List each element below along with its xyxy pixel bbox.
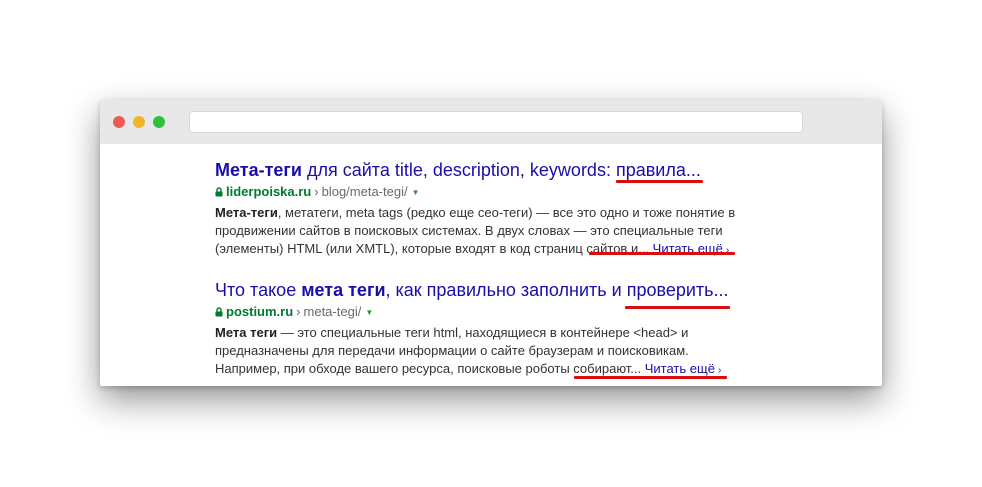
breadcrumb-separator: › [314, 184, 319, 199]
snippet-bold: Мета теги [215, 325, 278, 340]
result-title-link[interactable]: Что такое мета теги, как правильно запол… [215, 278, 755, 302]
browser-window: Мета-теги для сайта title, description, … [100, 100, 882, 386]
close-window-button[interactable] [113, 116, 125, 128]
read-more-label: Читать ещё [644, 361, 715, 376]
lock-icon [215, 187, 223, 197]
result-title-text: для сайта title, description, keywords: … [301, 160, 701, 180]
result-title-bold: мета теги [301, 280, 386, 300]
chevron-right-icon: › [717, 365, 722, 376]
result-domain-link[interactable]: postium.ru [226, 304, 293, 319]
snippet-bold: Мета-теги [215, 205, 278, 220]
maximize-window-button[interactable] [153, 116, 165, 128]
result-title-link[interactable]: Мета-теги для сайта title, description, … [215, 158, 755, 182]
read-more-link[interactable]: Читать ещё › [645, 361, 722, 376]
result-path-link[interactable]: blog/meta-tegi/ [322, 184, 408, 199]
browser-titlebar [100, 100, 882, 144]
search-result: Что такое мета теги, как правильно запол… [215, 278, 755, 380]
result-snippet: Мета теги — это специальные теги html, н… [215, 324, 755, 380]
snippet-text: — это специальные теги html, находящиеся… [215, 325, 689, 376]
highlight-underline [574, 376, 727, 379]
highlight-underline [625, 306, 730, 309]
highlight-underline [616, 180, 703, 183]
highlight-underline [589, 252, 735, 255]
lock-icon [215, 307, 223, 317]
result-title-bold: Мета-теги [215, 160, 302, 180]
result-domain-link[interactable]: liderpoiska.ru [226, 184, 311, 199]
dropdown-arrow-icon[interactable]: ▼ [365, 308, 373, 317]
breadcrumb-separator: › [296, 304, 301, 319]
search-result: Мета-теги для сайта title, description, … [215, 158, 755, 260]
result-url: liderpoiska.ru › blog/meta-tegi/ ▼ [215, 183, 755, 202]
result-title-text: , как правильно заполнить и проверить... [385, 280, 729, 300]
result-title-prefix: Что такое [215, 280, 302, 300]
address-bar[interactable] [189, 111, 803, 133]
result-path-link[interactable]: meta-tegi/ [304, 304, 362, 319]
dropdown-arrow-icon[interactable]: ▼ [412, 188, 420, 197]
minimize-window-button[interactable] [133, 116, 145, 128]
